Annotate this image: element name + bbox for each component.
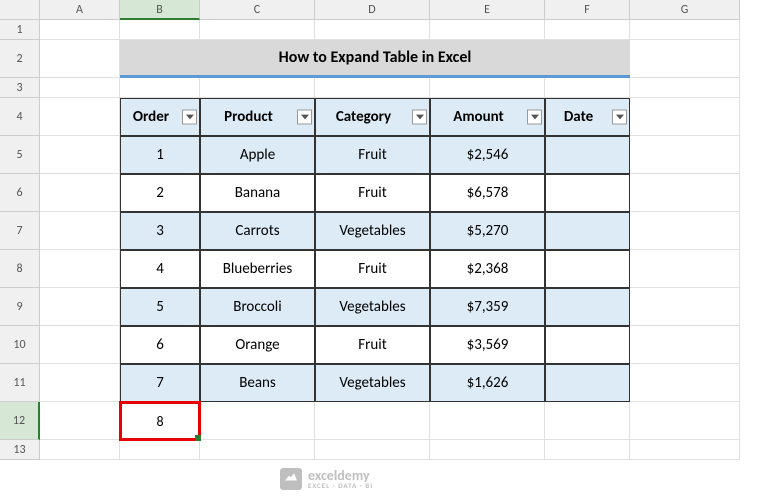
row-header-9[interactable]: 9 <box>0 288 40 326</box>
table-cell[interactable]: 2 <box>120 174 200 212</box>
row-header-2[interactable]: 2 <box>0 40 40 78</box>
filter-dropdown-icon[interactable] <box>412 110 427 125</box>
table-cell[interactable]: Vegetables <box>315 288 430 326</box>
col-header-A[interactable]: A <box>40 0 120 20</box>
col-header-B[interactable]: B <box>120 0 200 20</box>
table-cell[interactable] <box>545 136 630 174</box>
table-header-product[interactable]: Product <box>200 98 315 136</box>
row-header-10[interactable]: 10 <box>0 326 40 364</box>
table-cell[interactable]: Fruit <box>315 174 430 212</box>
table-cell[interactable]: Broccoli <box>200 288 315 326</box>
table-cell[interactable] <box>545 288 630 326</box>
row-header-13[interactable]: 13 <box>0 440 40 460</box>
col-header-D[interactable]: D <box>315 0 430 20</box>
table-cell[interactable]: Carrots <box>200 212 315 250</box>
col-header-G[interactable]: G <box>630 0 740 20</box>
table-cell[interactable]: Apple <box>200 136 315 174</box>
table-cell[interactable]: 7 <box>120 364 200 402</box>
row-header-3[interactable]: 3 <box>0 78 40 98</box>
table-header-amount[interactable]: Amount <box>430 98 545 136</box>
filter-dropdown-icon[interactable] <box>297 110 312 125</box>
table-header-category[interactable]: Category <box>315 98 430 136</box>
table-cell[interactable] <box>545 250 630 288</box>
row-header-6[interactable]: 6 <box>0 174 40 212</box>
col-header-E[interactable]: E <box>430 0 545 20</box>
row-header-1[interactable]: 1 <box>0 20 40 40</box>
table-header-order[interactable]: Order <box>120 98 200 136</box>
row-header-7[interactable]: 7 <box>0 212 40 250</box>
row-header-12[interactable]: 12 <box>0 402 40 440</box>
table-cell[interactable]: 3 <box>120 212 200 250</box>
row-header-11[interactable]: 11 <box>0 364 40 402</box>
table-cell[interactable]: Orange <box>200 326 315 364</box>
page-title: How to Expand Table in Excel <box>120 40 630 78</box>
spreadsheet: ABCDEFG 12345678910111213 How to Expand … <box>0 0 768 502</box>
table-cell[interactable]: Vegetables <box>315 212 430 250</box>
table-cell[interactable]: 4 <box>120 250 200 288</box>
table-cell[interactable]: $5,270 <box>430 212 545 250</box>
table-cell[interactable]: $7,359 <box>430 288 545 326</box>
col-header-F[interactable]: F <box>545 0 630 20</box>
table-cell[interactable] <box>545 364 630 402</box>
table-cell[interactable]: 1 <box>120 136 200 174</box>
table-cell[interactable]: $1,626 <box>430 364 545 402</box>
table-cell[interactable]: $2,546 <box>430 136 545 174</box>
table-cell[interactable]: $2,368 <box>430 250 545 288</box>
table-cell[interactable]: $6,578 <box>430 174 545 212</box>
filter-dropdown-icon[interactable] <box>527 110 542 125</box>
filter-dropdown-icon[interactable] <box>182 110 197 125</box>
watermark-tagline: EXCEL · DATA · BI <box>308 481 373 490</box>
table-cell[interactable] <box>545 174 630 212</box>
row-headers: 12345678910111213 <box>0 20 40 460</box>
row-header-5[interactable]: 5 <box>0 136 40 174</box>
table-cell[interactable]: Fruit <box>315 250 430 288</box>
table-cell[interactable]: Banana <box>200 174 315 212</box>
active-cell[interactable]: 8 <box>120 402 200 440</box>
col-header-C[interactable]: C <box>200 0 315 20</box>
table-cell[interactable]: Beans <box>200 364 315 402</box>
table-cell[interactable] <box>545 326 630 364</box>
column-headers: ABCDEFG <box>0 0 768 20</box>
table-cell[interactable]: 6 <box>120 326 200 364</box>
table-cell[interactable]: $3,569 <box>430 326 545 364</box>
table-cell[interactable]: Fruit <box>315 326 430 364</box>
filter-dropdown-icon[interactable] <box>612 110 627 125</box>
select-all-corner[interactable] <box>0 0 40 20</box>
table-cell[interactable]: Blueberries <box>200 250 315 288</box>
fill-handle[interactable] <box>195 435 201 441</box>
watermark: exceldemy EXCEL · DATA · BI <box>280 467 373 490</box>
table-header-date[interactable]: Date <box>545 98 630 136</box>
table-cell[interactable]: Fruit <box>315 136 430 174</box>
row-header-4[interactable]: 4 <box>0 98 40 136</box>
table-cell[interactable]: Vegetables <box>315 364 430 402</box>
row-header-8[interactable]: 8 <box>0 250 40 288</box>
table-cell[interactable]: 5 <box>120 288 200 326</box>
table-cell[interactable] <box>545 212 630 250</box>
watermark-icon <box>280 468 302 490</box>
cell-grid: How to Expand Table in Excel OrderProduct… <box>40 20 740 460</box>
